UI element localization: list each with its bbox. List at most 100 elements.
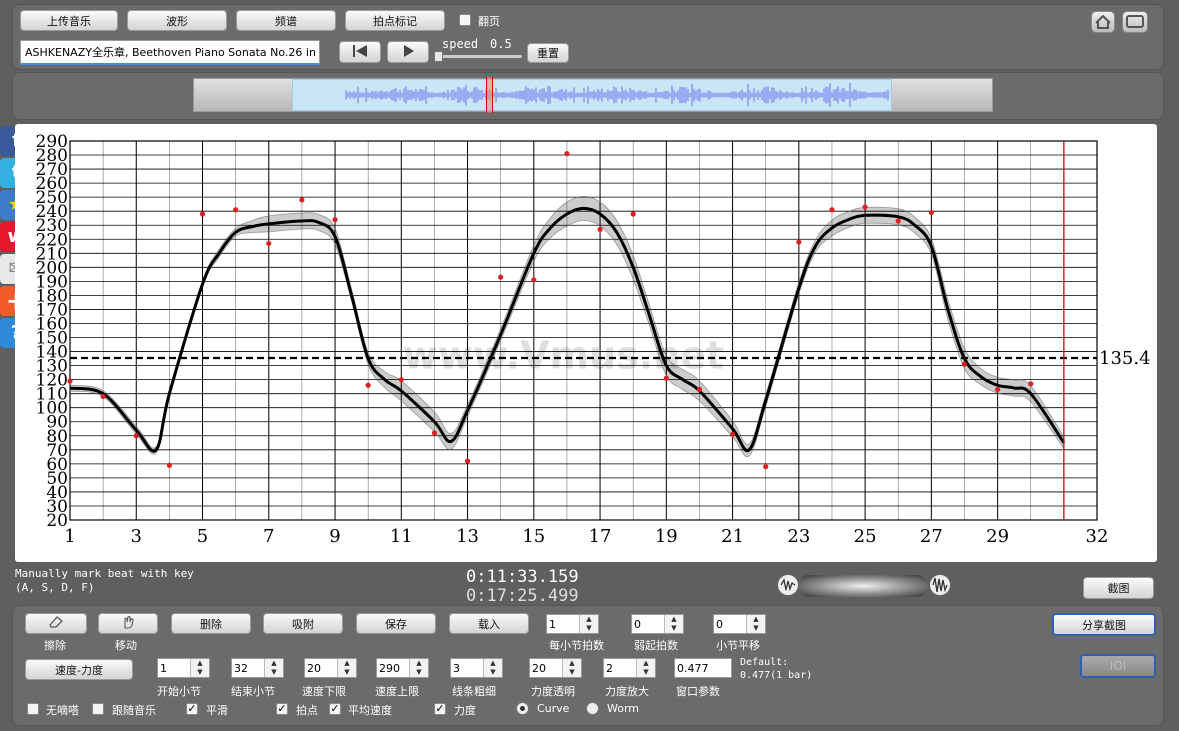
waveform-button[interactable]: 波形 <box>127 10 227 31</box>
start-bar-input[interactable] <box>158 659 192 677</box>
tempo-min-input[interactable] <box>305 659 339 677</box>
x-tick-label: 3 <box>131 526 142 547</box>
waveform-small-icon <box>777 574 799 596</box>
beat-mark-button[interactable]: 拍点标记 <box>345 10 445 31</box>
speed-slider-track[interactable] <box>437 55 522 58</box>
beat-point-checkbox[interactable]: ✓ <box>276 703 288 715</box>
volume-slider[interactable] <box>798 575 928 597</box>
end-bar-input[interactable] <box>232 659 266 677</box>
stepper-arrows-icon[interactable]: ▲ ▼ <box>483 659 502 677</box>
beats-per-bar-stepper[interactable]: ▲▼ <box>546 614 599 634</box>
move-button[interactable] <box>98 613 158 634</box>
curve-radio[interactable] <box>516 702 529 715</box>
end-bar-stepper[interactable]: ▲▼ <box>231 658 284 678</box>
stepper-arrows-icon[interactable]: ▲ ▼ <box>664 615 683 633</box>
beat-point <box>398 377 404 383</box>
x-tick-label: 15 <box>522 526 545 547</box>
anacrusis-label: 弱起拍数 <box>634 639 678 652</box>
tempo-max-label: 速度上限 <box>375 685 419 698</box>
x-tick-label: 13 <box>456 526 479 547</box>
window-param-input[interactable] <box>675 659 731 677</box>
flip-page-checkbox[interactable] <box>459 14 471 26</box>
ioi-button[interactable]: IOI <box>1080 654 1156 678</box>
save-button[interactable]: 保存 <box>356 613 436 634</box>
track-title-field[interactable] <box>20 40 320 65</box>
tempo-chart[interactable]: 2030405060708090100110120130140150160170… <box>15 124 1157 562</box>
waveform-viewport[interactable] <box>292 79 892 111</box>
x-tick-label: 23 <box>787 526 810 547</box>
bar-shift-label: 小节平移 <box>716 639 760 652</box>
beat-point <box>630 211 636 217</box>
x-tick-label: 27 <box>920 526 943 547</box>
beat-point <box>332 217 338 223</box>
x-tick-label: 9 <box>329 526 340 547</box>
dynamics-scale-input[interactable] <box>604 659 638 677</box>
beat-point <box>961 361 968 367</box>
skip-back-button[interactable] <box>339 41 381 63</box>
dynamics-opacity-stepper[interactable]: ▲▼ <box>529 658 582 678</box>
beat-point <box>829 207 835 213</box>
total-time: 0:17:25.499 <box>466 586 579 606</box>
tempo-min-stepper[interactable]: ▲▼ <box>304 658 357 678</box>
hint-text: Manually mark beat with key <box>15 567 194 580</box>
start-bar-stepper[interactable]: ▲▼ <box>157 658 210 678</box>
x-tick-label: 25 <box>854 526 877 547</box>
hand-icon <box>124 615 134 629</box>
follow-music-checkbox[interactable] <box>92 703 104 715</box>
beat-point <box>266 240 272 247</box>
beats-per-bar-input[interactable] <box>547 615 581 633</box>
playhead-marker[interactable] <box>486 77 493 113</box>
bar-shift-input[interactable] <box>714 615 748 633</box>
home-icon[interactable] <box>1091 11 1115 33</box>
tempo-max-input[interactable] <box>377 659 411 677</box>
beat-point <box>299 197 305 203</box>
no-click-checkbox[interactable] <box>27 703 39 715</box>
spectrum-button[interactable]: 频谱 <box>236 10 336 31</box>
no-click-label: 无嘀嗒 <box>46 704 79 717</box>
beat-point-label: 拍点 <box>296 704 318 717</box>
bar-shift-stepper[interactable]: ▲▼ <box>713 614 766 634</box>
tempo-dynamics-button[interactable]: 速度-力度 <box>25 659 133 680</box>
stepper-arrows-icon[interactable]: ▲ ▼ <box>409 659 428 677</box>
reset-button[interactable]: 重置 <box>527 43 569 63</box>
delete-button[interactable]: 删除 <box>171 613 251 634</box>
stepper-arrows-icon[interactable]: ▲ ▼ <box>190 659 209 677</box>
erase-button[interactable] <box>25 613 87 634</box>
x-tick-label: 17 <box>589 526 612 547</box>
beat-point <box>166 462 172 468</box>
skip-back-icon <box>353 44 367 57</box>
screenshot-button[interactable]: 截图 <box>1083 577 1154 599</box>
dynamics-scale-stepper[interactable]: ▲▼ <box>603 658 656 678</box>
dynamics-opacity-input[interactable] <box>530 659 564 677</box>
load-button[interactable]: 载入 <box>449 613 529 634</box>
fullscreen-icon[interactable] <box>1122 11 1148 33</box>
stepper-arrows-icon[interactable]: ▲ ▼ <box>562 659 581 677</box>
speed-slider-handle[interactable] <box>434 51 443 62</box>
beat-point <box>597 226 603 233</box>
stepper-arrows-icon[interactable]: ▲ ▼ <box>636 659 655 677</box>
dynamics-checkbox[interactable]: ✓ <box>434 703 446 715</box>
anacrusis-input[interactable] <box>632 615 666 633</box>
tempo-max-stepper[interactable]: ▲▼ <box>376 658 429 678</box>
stepper-arrows-icon[interactable]: ▲ ▼ <box>337 659 356 677</box>
smooth-checkbox[interactable]: ✓ <box>186 703 198 715</box>
stepper-arrows-icon[interactable]: ▲ ▼ <box>264 659 283 677</box>
play-button[interactable] <box>387 41 429 63</box>
speed-label: speed <box>442 37 479 51</box>
beat-point <box>696 386 703 393</box>
stepper-arrows-icon[interactable]: ▲ ▼ <box>579 615 598 633</box>
average-tempo-label: 135.4 <box>1099 348 1151 369</box>
attach-button[interactable]: 吸附 <box>263 613 343 634</box>
upload-music-button[interactable]: 上传音乐 <box>20 10 118 31</box>
stepper-arrows-icon[interactable]: ▲ ▼ <box>746 615 765 633</box>
anacrusis-stepper[interactable]: ▲▼ <box>631 614 684 634</box>
avg-tempo-checkbox[interactable]: ✓ <box>329 703 341 715</box>
worm-radio[interactable] <box>586 702 599 715</box>
line-width-input[interactable] <box>451 659 485 677</box>
window-param-field[interactable] <box>674 658 732 678</box>
beat-point <box>498 274 504 280</box>
beat-point <box>564 151 570 157</box>
beat-point <box>995 386 1001 393</box>
share-screenshot-button[interactable]: 分享截图 <box>1052 613 1156 636</box>
line-width-stepper[interactable]: ▲▼ <box>450 658 503 678</box>
